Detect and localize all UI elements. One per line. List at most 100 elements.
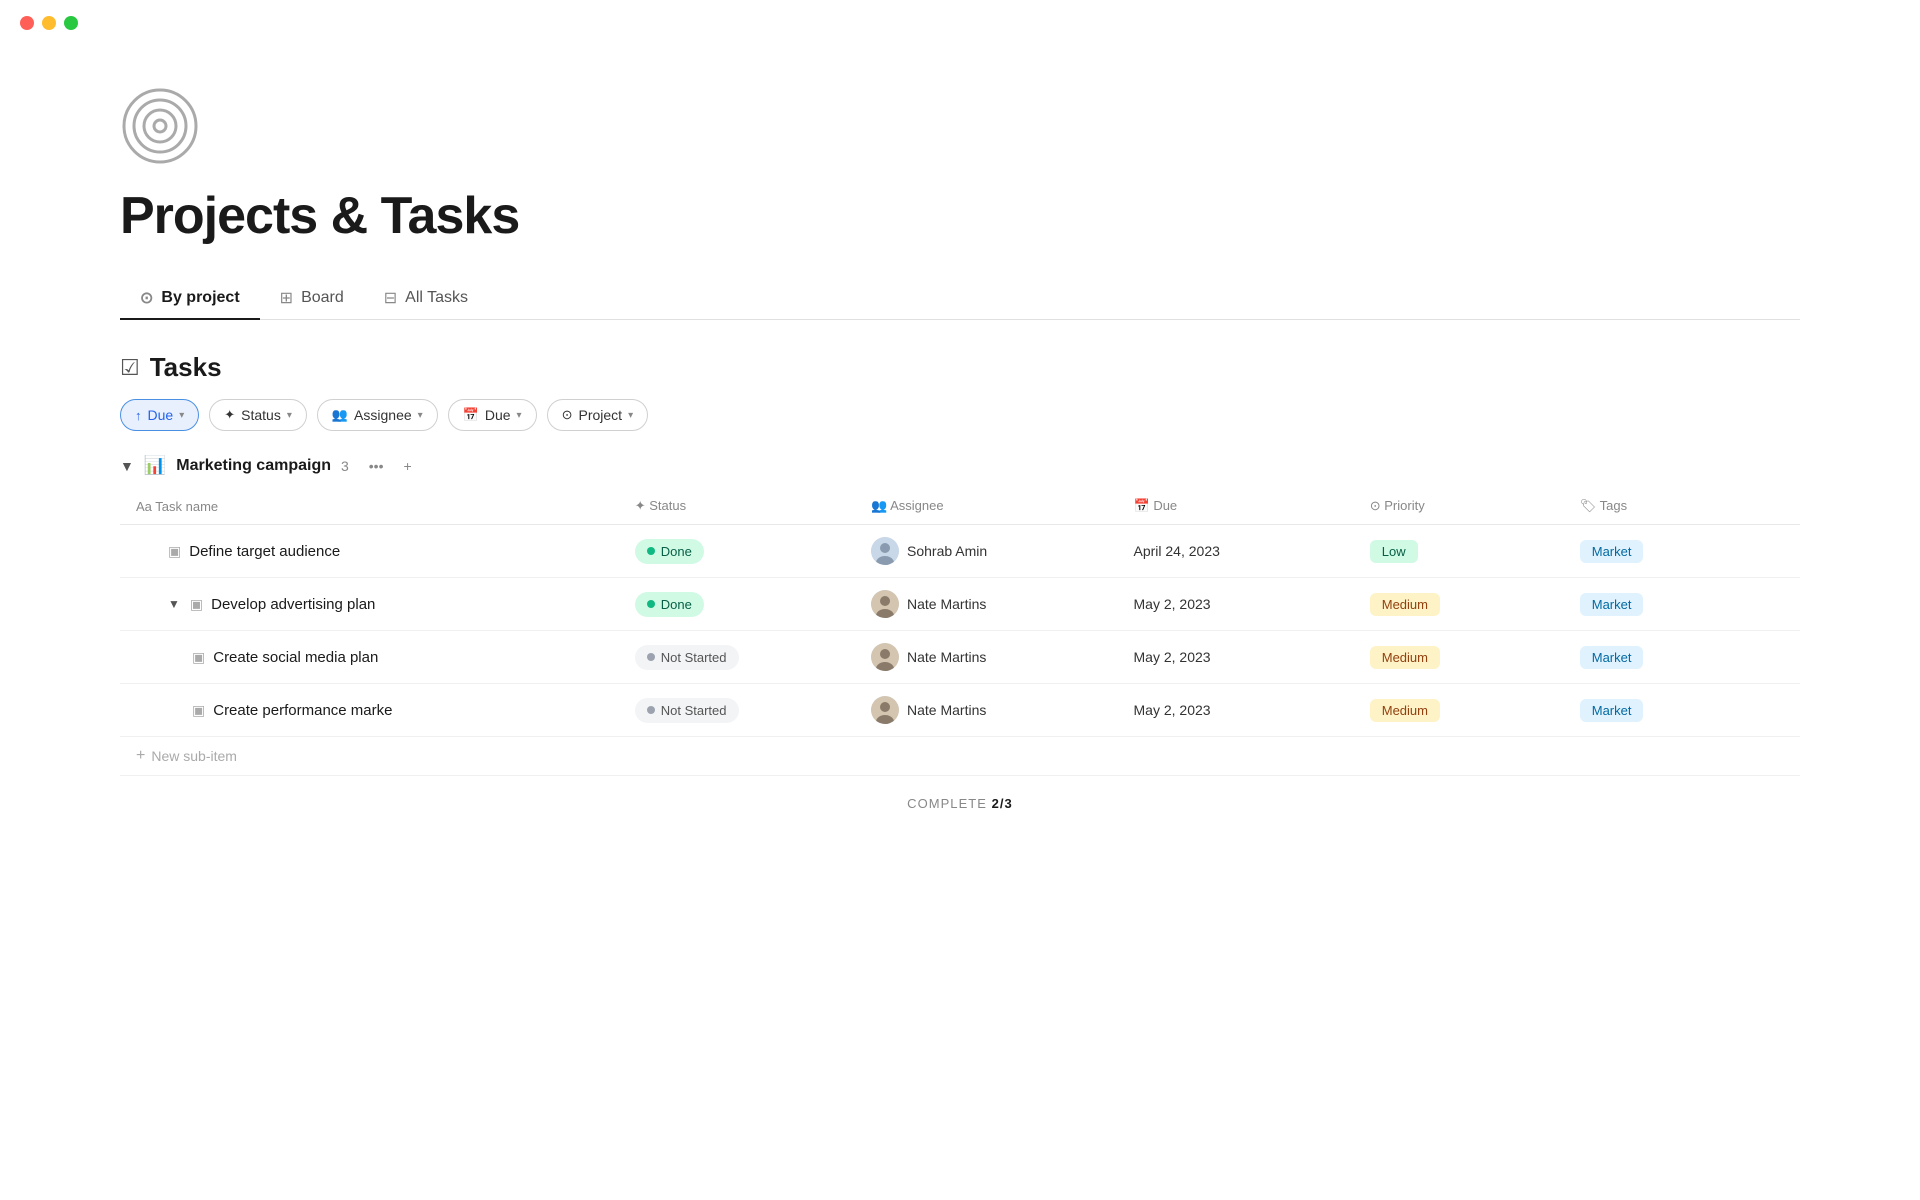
status-dot-icon: [647, 547, 655, 555]
due-date: May 2, 2023: [1134, 649, 1211, 665]
plus-icon: +: [136, 747, 145, 765]
group-emoji: 📊: [144, 455, 166, 476]
tag-badge: Market: [1580, 646, 1644, 669]
status-dot-icon: [647, 600, 655, 608]
maximize-button[interactable]: [64, 16, 78, 30]
assignee-cell: Nate Martins: [855, 684, 1118, 737]
status-cell[interactable]: Done: [619, 578, 855, 631]
tags-cell[interactable]: Market: [1564, 684, 1800, 737]
priority-header-icon: ⊙: [1370, 498, 1385, 513]
task-name-cell: ▼ ▣ Develop advertising plan: [120, 578, 619, 631]
avatar: [871, 643, 899, 671]
group-name: Marketing campaign: [176, 457, 331, 475]
main-content: Projects & Tasks ⊙ By project ⊞ Board ⊟ …: [0, 46, 1920, 871]
task-name-text[interactable]: Develop advertising plan: [211, 596, 375, 613]
subtask-toggle-icon[interactable]: ▼: [168, 597, 180, 611]
close-button[interactable]: [20, 16, 34, 30]
filter-status-button[interactable]: ✦ Status ▾: [209, 399, 307, 431]
priority-label: Medium: [1382, 703, 1428, 718]
filter-due-button[interactable]: ↑ Due ▾: [120, 399, 199, 431]
due-cell: May 2, 2023: [1118, 631, 1354, 684]
due-chevron-icon: ▾: [179, 410, 184, 421]
tab-by-project[interactable]: ⊙ By project: [120, 278, 260, 320]
task-name-cell: ▣ Create social media plan: [120, 631, 619, 684]
avatar: [871, 696, 899, 724]
due-date: May 2, 2023: [1134, 596, 1211, 612]
priority-badge: Low: [1370, 540, 1418, 563]
task-name-text[interactable]: Create social media plan: [213, 649, 378, 666]
filter-due2-button[interactable]: 📅 Due ▾: [448, 399, 537, 431]
task-name-text[interactable]: Define target audience: [189, 543, 340, 560]
priority-cell[interactable]: Medium: [1354, 578, 1564, 631]
filter-bar: ↑ Due ▾ ✦ Status ▾ 👥 Assignee ▾ 📅 Due ▾ …: [120, 399, 1800, 431]
board-icon: ⊞: [280, 288, 293, 308]
filter-assignee-button[interactable]: 👥 Assignee ▾: [317, 399, 438, 431]
due2-chevron-icon: ▾: [517, 410, 522, 421]
new-sub-item-button[interactable]: + New sub-item: [136, 747, 1784, 765]
assignee-header-icon: 👥: [871, 498, 890, 513]
complete-footer: COMPLETE 2/3: [120, 796, 1800, 811]
task-name-cell: ▣ Create performance marke: [120, 684, 619, 737]
tasks-section: ☑ Tasks ↑ Due ▾ ✦ Status ▾ 👥 Assignee ▾ …: [120, 352, 1800, 776]
col-header-priority: ⊙ Priority: [1354, 488, 1564, 525]
status-cell[interactable]: Done: [619, 525, 855, 578]
tags-header-icon: 🏷: [1580, 498, 1600, 513]
priority-badge: Medium: [1370, 699, 1440, 722]
status-label: Not Started: [661, 650, 727, 665]
tab-all-tasks[interactable]: ⊟ All Tasks: [364, 278, 488, 320]
assignee-name: Nate Martins: [907, 702, 986, 718]
page-icon: [120, 86, 200, 166]
col-header-status: ✦ Status: [619, 488, 855, 525]
status-label: Not Started: [661, 703, 727, 718]
assignee-cell: Sohrab Amin: [855, 525, 1118, 578]
minimize-button[interactable]: [42, 16, 56, 30]
avatar: [871, 590, 899, 618]
assignee-icon: 👥: [332, 407, 348, 423]
status-chevron-icon: ▾: [287, 410, 292, 421]
tasks-checkbox-icon: ☑: [120, 355, 140, 381]
due-arrow-icon: ↑: [135, 408, 142, 423]
group-add-button[interactable]: +: [400, 456, 416, 476]
due-cell: May 2, 2023: [1118, 684, 1354, 737]
status-cell[interactable]: Not Started: [619, 631, 855, 684]
priority-cell[interactable]: Low: [1354, 525, 1564, 578]
priority-badge: Medium: [1370, 593, 1440, 616]
filter-project-button[interactable]: ⊙ Project ▾: [547, 399, 649, 431]
avatar: [871, 537, 899, 565]
status-icon: ✦: [224, 407, 235, 423]
group-marketing-campaign: ▼ 📊 Marketing campaign 3 ••• +: [120, 455, 1800, 476]
status-cell[interactable]: Not Started: [619, 684, 855, 737]
tags-cell[interactable]: Market: [1564, 631, 1800, 684]
assignee-cell: Nate Martins: [855, 578, 1118, 631]
project-icon: ⊙: [562, 407, 573, 423]
tag-label: Market: [1592, 597, 1632, 612]
group-toggle-icon[interactable]: ▼: [120, 458, 134, 474]
tags-cell[interactable]: Market: [1564, 525, 1800, 578]
tags-cell[interactable]: Market: [1564, 578, 1800, 631]
priority-cell[interactable]: Medium: [1354, 631, 1564, 684]
assignee-name: Nate Martins: [907, 649, 986, 665]
status-dot-icon: [647, 653, 655, 661]
task-name-header-icon: Aa: [136, 499, 155, 514]
assignee-name: Nate Martins: [907, 596, 986, 612]
complete-count: 2/3: [992, 796, 1013, 811]
priority-label: Low: [1382, 544, 1406, 559]
priority-badge: Medium: [1370, 646, 1440, 669]
tag-label: Market: [1592, 544, 1632, 559]
group-actions: ••• +: [365, 456, 416, 476]
priority-cell[interactable]: Medium: [1354, 684, 1564, 737]
task-name-text[interactable]: Create performance marke: [213, 702, 392, 719]
titlebar: [0, 0, 1920, 46]
tab-board[interactable]: ⊞ Board: [260, 278, 364, 320]
tasks-section-title: Tasks: [150, 352, 222, 383]
due-cell: May 2, 2023: [1118, 578, 1354, 631]
new-item-row: + New sub-item: [120, 737, 1800, 776]
table-row: ▣ Create performance marke Not Started: [120, 684, 1800, 737]
table-row: ▼ ▣ Develop advertising plan Done: [120, 578, 1800, 631]
group-more-button[interactable]: •••: [365, 456, 388, 476]
complete-label: COMPLETE: [907, 796, 987, 811]
tag-label: Market: [1592, 650, 1632, 665]
task-block-icon: ▣: [192, 649, 205, 666]
col-header-task: Aa Task name: [120, 488, 619, 525]
new-item-cell: + New sub-item: [120, 737, 1800, 776]
